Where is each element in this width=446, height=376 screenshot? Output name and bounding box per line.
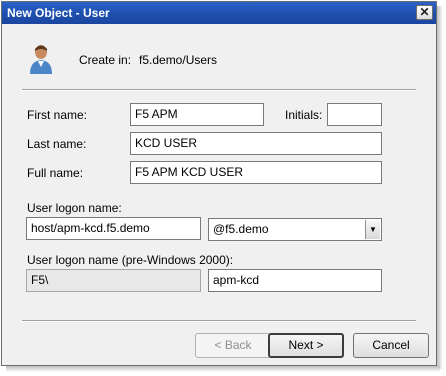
window-shadow-bottom [6,366,440,372]
pre2000-logon-field[interactable]: apm-kcd [208,269,382,292]
user-icon [30,45,52,74]
title-bar[interactable]: New Object - User ✕ [2,2,436,24]
window-title: New Object - User [7,6,110,20]
logon-name-label: User logon name: [27,201,122,215]
separator-bottom [22,320,416,322]
next-button[interactable]: Next > [268,333,344,358]
first-name-field[interactable]: F5 APM [130,103,264,126]
domain-suffix-value: @f5.demo [213,222,269,236]
close-button[interactable]: ✕ [416,5,433,20]
last-name-field[interactable]: KCD USER [130,132,382,155]
full-name-field[interactable]: F5 APM KCD USER [130,161,382,184]
initials-field[interactable] [327,103,382,126]
window-shadow-right [437,6,443,369]
first-name-label: First name: [27,108,88,122]
separator-top [22,89,416,91]
full-name-label: Full name: [27,166,84,180]
cancel-button[interactable]: Cancel [353,333,429,358]
create-in-label: Create in: [79,53,132,67]
close-icon: ✕ [419,5,430,19]
last-name-label: Last name: [27,137,87,151]
back-button[interactable]: < Back [195,333,271,358]
pre2000-label: User logon name (pre-Windows 2000): [27,253,234,267]
pre2000-domain-field: F5\ [26,269,201,292]
domain-suffix-select[interactable]: @f5.demo ▼ [208,218,382,241]
initials-label: Initials: [285,108,323,122]
logon-name-field[interactable]: host/apm-kcd.f5.demo [26,217,201,240]
chevron-down-icon[interactable]: ▼ [365,220,380,239]
create-in-path: f5.demo/Users [139,53,218,67]
